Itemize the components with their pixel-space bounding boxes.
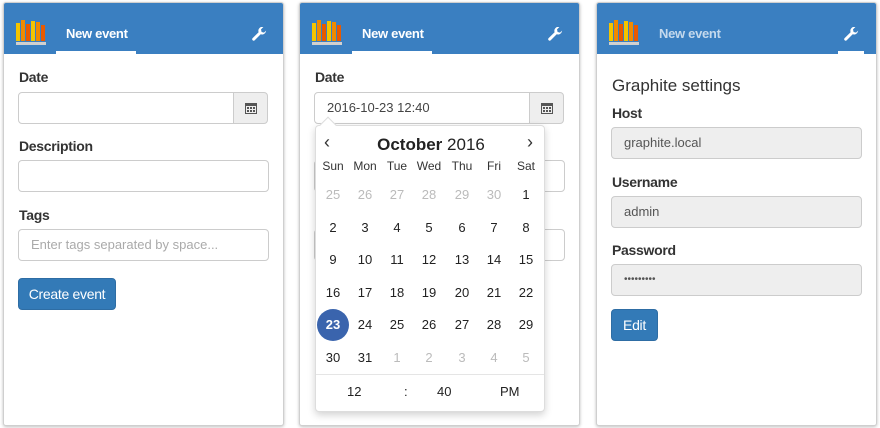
calendar-day[interactable]: 2 [317, 212, 349, 244]
calendar-day[interactable]: 26 [349, 179, 381, 211]
new-event-panel: New event Date Description Tags Enter ta… [3, 2, 284, 426]
calendar-day[interactable]: 12 [413, 244, 445, 276]
weekday-header: Sat [516, 159, 535, 173]
host-label: Host [612, 105, 642, 121]
calendar-day[interactable]: 1 [381, 342, 413, 374]
calendar-day[interactable]: 2 [413, 342, 445, 374]
calendar-day[interactable]: 11 [381, 244, 413, 276]
next-month-button[interactable]: › [527, 132, 533, 153]
calendar-day[interactable]: 18 [381, 277, 413, 309]
bar-chart-logo-icon [609, 20, 639, 45]
wrench-icon [252, 27, 267, 41]
bar-chart-logo-icon [16, 20, 46, 45]
weekday-header: Mon [353, 159, 377, 173]
calendar-day[interactable]: 26 [413, 309, 445, 341]
time-separator: : [404, 384, 408, 399]
year: 2016 [447, 135, 485, 154]
hour-field[interactable]: 12 [347, 384, 361, 399]
calendar-day[interactable]: 20 [446, 277, 478, 309]
time-divider [316, 374, 544, 375]
month-title: October 2016 [316, 135, 546, 155]
app-header: New event [597, 3, 876, 54]
calendar-day[interactable]: 17 [349, 277, 381, 309]
calendar-icon [245, 103, 257, 114]
calendar-day[interactable]: 3 [446, 342, 478, 374]
month-name: October [377, 135, 443, 154]
weekday-header: Thu [451, 159, 473, 173]
weekday-header: Fri [487, 159, 501, 173]
date-label: Date [315, 69, 345, 85]
wrench-icon [844, 27, 859, 41]
settings-title: Graphite settings [612, 76, 741, 95]
tab-new-event[interactable]: New event [352, 3, 432, 54]
calendar-button[interactable] [529, 92, 564, 124]
app-header: New event [4, 3, 283, 54]
date-input[interactable]: 2016-10-23 12:40 [314, 92, 530, 124]
settings-tab[interactable] [246, 25, 272, 54]
date-input[interactable] [18, 92, 234, 124]
edit-button[interactable]: Edit [611, 309, 658, 341]
tab-new-event[interactable]: New event [649, 3, 729, 54]
calendar-day[interactable]: 4 [478, 342, 510, 374]
weekday-header: Sun [322, 159, 344, 173]
weekday-header: Tue [386, 159, 408, 173]
calendar-day[interactable]: 7 [478, 212, 510, 244]
password-label: Password [612, 242, 676, 258]
calendar-day[interactable]: 27 [381, 179, 413, 211]
create-event-button[interactable]: Create event [18, 278, 116, 310]
calendar-day-selected[interactable]: 23 [317, 309, 349, 341]
calendar-popup: ‹ October 2016 › Sun Mon Tue Wed Thu Fri Sat 2… [315, 116, 546, 412]
calendar-day[interactable]: 28 [478, 309, 510, 341]
calendar-day[interactable]: 9 [317, 244, 349, 276]
calendar-day[interactable]: 13 [446, 244, 478, 276]
calendar-day[interactable]: 10 [349, 244, 381, 276]
weekday-header: Wed [416, 159, 442, 173]
calendar-day[interactable]: 15 [510, 244, 542, 276]
calendar-day[interactable]: 30 [317, 342, 349, 374]
host-field: graphite.local [611, 127, 862, 159]
calendar-day[interactable]: 27 [446, 309, 478, 341]
calendar-day[interactable]: 4 [381, 212, 413, 244]
username-field: admin [611, 196, 862, 228]
calendar-day[interactable]: 5 [510, 342, 542, 374]
calendar-day[interactable]: 16 [317, 277, 349, 309]
calendar-day[interactable]: 30 [478, 179, 510, 211]
ampm-toggle[interactable]: PM [500, 384, 520, 399]
calendar-day[interactable]: 5 [413, 212, 445, 244]
date-label: Date [19, 69, 49, 85]
tab-new-event[interactable]: New event [56, 3, 136, 54]
minute-field[interactable]: 40 [437, 384, 451, 399]
settings-panel: New event Graphite settings Host graphit… [596, 2, 877, 426]
calendar-day[interactable]: 31 [349, 342, 381, 374]
calendar-day[interactable]: 22 [510, 277, 542, 309]
calendar-button[interactable] [233, 92, 268, 124]
calendar-day[interactable]: 21 [478, 277, 510, 309]
tags-input[interactable]: Enter tags separated by space... [18, 229, 269, 261]
description-input[interactable] [18, 160, 269, 192]
calendar-day[interactable]: 29 [446, 179, 478, 211]
calendar-day[interactable]: 19 [413, 277, 445, 309]
password-field: ••••••••• [611, 264, 862, 296]
date-picker-panel: New event Date 2016-10-23 12:40 ‹ Octobe… [299, 2, 580, 426]
settings-tab[interactable] [542, 25, 568, 54]
wrench-icon [548, 27, 563, 41]
bar-chart-logo-icon [312, 20, 342, 45]
calendar-day[interactable]: 24 [349, 309, 381, 341]
settings-tab[interactable] [838, 25, 864, 54]
calendar-day[interactable]: 29 [510, 309, 542, 341]
calendar-icon [541, 103, 553, 114]
calendar-day[interactable]: 28 [413, 179, 445, 211]
calendar-day[interactable]: 25 [317, 179, 349, 211]
calendar-day[interactable]: 1 [510, 179, 542, 211]
tags-label: Tags [19, 207, 50, 223]
username-label: Username [612, 174, 678, 190]
calendar-day[interactable]: 14 [478, 244, 510, 276]
calendar-day[interactable]: 25 [381, 309, 413, 341]
calendar-day[interactable]: 8 [510, 212, 542, 244]
calendar-day[interactable]: 3 [349, 212, 381, 244]
calendar-day[interactable]: 6 [446, 212, 478, 244]
description-label: Description [19, 138, 93, 154]
app-header: New event [300, 3, 579, 54]
